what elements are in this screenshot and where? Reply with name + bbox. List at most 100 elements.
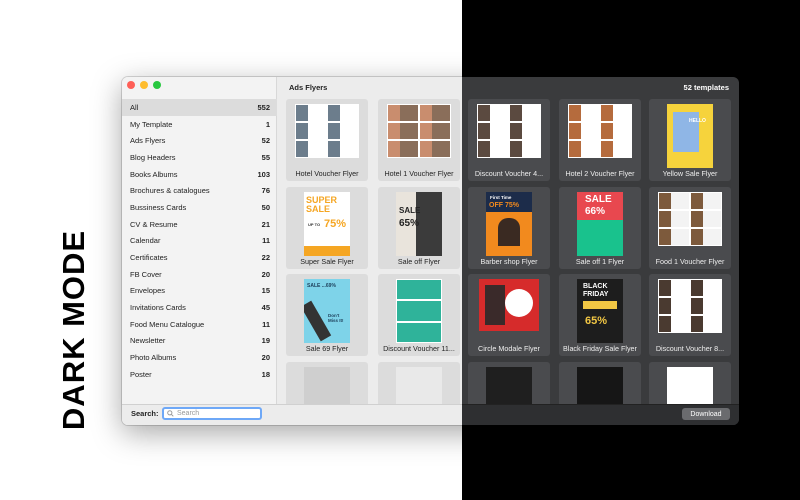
sidebar-item[interactable]: Poster 18	[122, 366, 277, 383]
sidebar-item[interactable]: Ads Flyers 52	[122, 132, 277, 149]
template-card[interactable]	[649, 362, 731, 404]
app-window: All 552 My Template 1 Ads Flyers 52 Blog Heade…	[122, 77, 739, 425]
sidebar-item-count: 52	[261, 136, 270, 146]
search-input[interactable]: Search	[162, 407, 262, 420]
sidebar-item-count: 19	[261, 336, 270, 346]
template-label: Discount Voucher 11...	[383, 344, 455, 353]
sidebar-item-count: 11	[262, 236, 270, 246]
content-title: Ads Flyers	[289, 83, 328, 92]
sidebar-item[interactable]: Bussiness Cards 50	[122, 199, 277, 216]
sidebar-item[interactable]: Certificates 22	[122, 249, 277, 266]
template-thumbnail	[667, 367, 713, 404]
sidebar-item-label: Books Albums	[130, 169, 178, 179]
sidebar-item-count: 103	[257, 169, 270, 179]
sidebar-item[interactable]: Invitations Cards 45	[122, 299, 277, 316]
sidebar-item[interactable]: Blog Headers 55	[122, 149, 277, 166]
sidebar-item[interactable]: CV & Resume 21	[122, 216, 277, 233]
thumb-text: OFF 75%	[489, 202, 519, 209]
template-card[interactable]: Food 1 Voucher Flyer	[649, 187, 731, 269]
sidebar-item[interactable]: Envelopes 15	[122, 283, 277, 300]
sidebar-item[interactable]: FB Cover 20	[122, 266, 277, 283]
minimize-button[interactable]	[140, 81, 148, 89]
sidebar-item-count: 552	[257, 102, 270, 112]
template-label: Hotel Voucher Flyer	[295, 169, 359, 178]
template-card[interactable]	[378, 362, 460, 404]
template-label: Sale off 1 Flyer	[575, 257, 625, 266]
sidebar-item[interactable]: All 552	[122, 99, 277, 116]
sidebar-item[interactable]: Books Albums 103	[122, 166, 277, 183]
template-card[interactable]: First Time OFF 75% Barber shop Flyer	[468, 187, 550, 269]
template-card[interactable]: SALE 65% Sale off Flyer	[378, 187, 460, 269]
search-icon	[167, 410, 174, 417]
sidebar-item-label: Ads Flyers	[130, 136, 166, 146]
thumb-text: Don't Miss It!	[328, 313, 344, 323]
sidebar-item-label: Invitations Cards	[130, 303, 186, 313]
sidebar-item[interactable]: My Template 1	[122, 116, 277, 133]
template-thumbnail	[387, 104, 451, 158]
sidebar-item-count: 20	[261, 269, 270, 279]
template-label: Hotel 1 Voucher Flyer	[384, 169, 454, 178]
sidebar-item[interactable]: Calendar 11	[122, 233, 277, 250]
template-thumbnail	[479, 279, 539, 331]
template-thumbnail: BLACK FRIDAY 65%	[577, 279, 623, 343]
template-card[interactable]: SUPER SALE UP TO 75% Super Sale Flyer	[286, 187, 368, 269]
template-label: Discount Voucher 8...	[655, 344, 725, 353]
thumb-text: UP TO	[308, 222, 321, 227]
template-thumbnail	[658, 279, 722, 333]
sidebar-item-label: Photo Albums	[130, 353, 177, 363]
template-card[interactable]: Discount Voucher 11...	[378, 274, 460, 356]
sidebar-item-label: CV & Resume	[130, 219, 178, 229]
sidebar-item-count: 55	[261, 152, 270, 162]
template-thumbnail	[486, 367, 532, 404]
download-button[interactable]: Download	[682, 408, 730, 420]
sidebar-item-count: 20	[261, 353, 270, 363]
template-label: Food 1 Voucher Flyer	[655, 257, 725, 266]
template-card[interactable]: Hotel 2 Voucher Flyer	[559, 99, 641, 181]
sidebar-item[interactable]: Newsletter 19	[122, 333, 277, 350]
sidebar-item[interactable]: Brochures & catalogues 76	[122, 182, 277, 199]
template-thumbnail	[396, 367, 442, 404]
sidebar-item-count: 1	[265, 119, 270, 129]
sidebar-item[interactable]: Photo Albums 20	[122, 349, 277, 366]
sidebar-item[interactable]: Food Menu Catalogue 11	[122, 316, 277, 333]
sidebar-item-label: Food Menu Catalogue	[130, 319, 205, 329]
template-thumbnail: SALE ...69% Don't Miss It!	[304, 279, 350, 343]
template-thumbnail: SALE 65%	[396, 192, 442, 256]
sidebar-item-label: Bussiness Cards	[130, 202, 187, 212]
template-card[interactable]: Circle Modale Flyer	[468, 274, 550, 356]
template-thumbnail	[477, 104, 541, 158]
template-thumbnail	[295, 104, 359, 158]
template-count: 52 templates	[683, 83, 729, 92]
template-card[interactable]	[286, 362, 368, 404]
template-thumbnail	[568, 104, 632, 158]
template-card[interactable]	[559, 362, 641, 404]
template-card[interactable]: HELLO Yellow Sale Flyer	[649, 99, 731, 181]
template-label: Hotel 2 Voucher Flyer	[565, 169, 635, 178]
thumb-text: HELLO	[689, 118, 706, 124]
template-card[interactable]: SALE 66% Sale off 1 Flyer	[559, 187, 641, 269]
thumb-text: SALE	[585, 194, 612, 205]
template-card[interactable]: BLACK FRIDAY 65% Black Friday Sale Flyer	[559, 274, 641, 356]
sidebar-item-label: My Template	[130, 119, 173, 129]
thumb-text: SALE	[399, 206, 421, 215]
close-button[interactable]	[127, 81, 135, 89]
template-card[interactable]: Discount Voucher 4...	[468, 99, 550, 181]
template-label: Circle Modale Flyer	[478, 344, 540, 353]
thumb-text: 65%	[399, 218, 420, 229]
sidebar-item-count: 76	[261, 186, 270, 196]
template-card[interactable]: SALE ...69% Don't Miss It! Sale 69 Flyer	[286, 274, 368, 356]
template-card[interactable]: Hotel Voucher Flyer	[286, 99, 368, 181]
category-list: All 552 My Template 1 Ads Flyers 52 Blog Heade…	[122, 99, 277, 383]
zoom-button[interactable]	[153, 81, 161, 89]
template-label: Discount Voucher 4...	[474, 169, 544, 178]
template-thumbnail: HELLO	[667, 104, 713, 168]
sidebar-item-count: 15	[261, 286, 270, 296]
thumb-text: First Time	[490, 195, 512, 200]
template-label: Barber shop Flyer	[480, 257, 538, 266]
template-card[interactable]: Hotel 1 Voucher Flyer	[378, 99, 460, 181]
template-label: Yellow Sale Flyer	[662, 169, 718, 178]
template-card[interactable]	[468, 362, 550, 404]
template-label: Sale 69 Flyer	[305, 344, 349, 353]
template-card[interactable]: Discount Voucher 8...	[649, 274, 731, 356]
thumb-text: 75%	[324, 218, 347, 230]
